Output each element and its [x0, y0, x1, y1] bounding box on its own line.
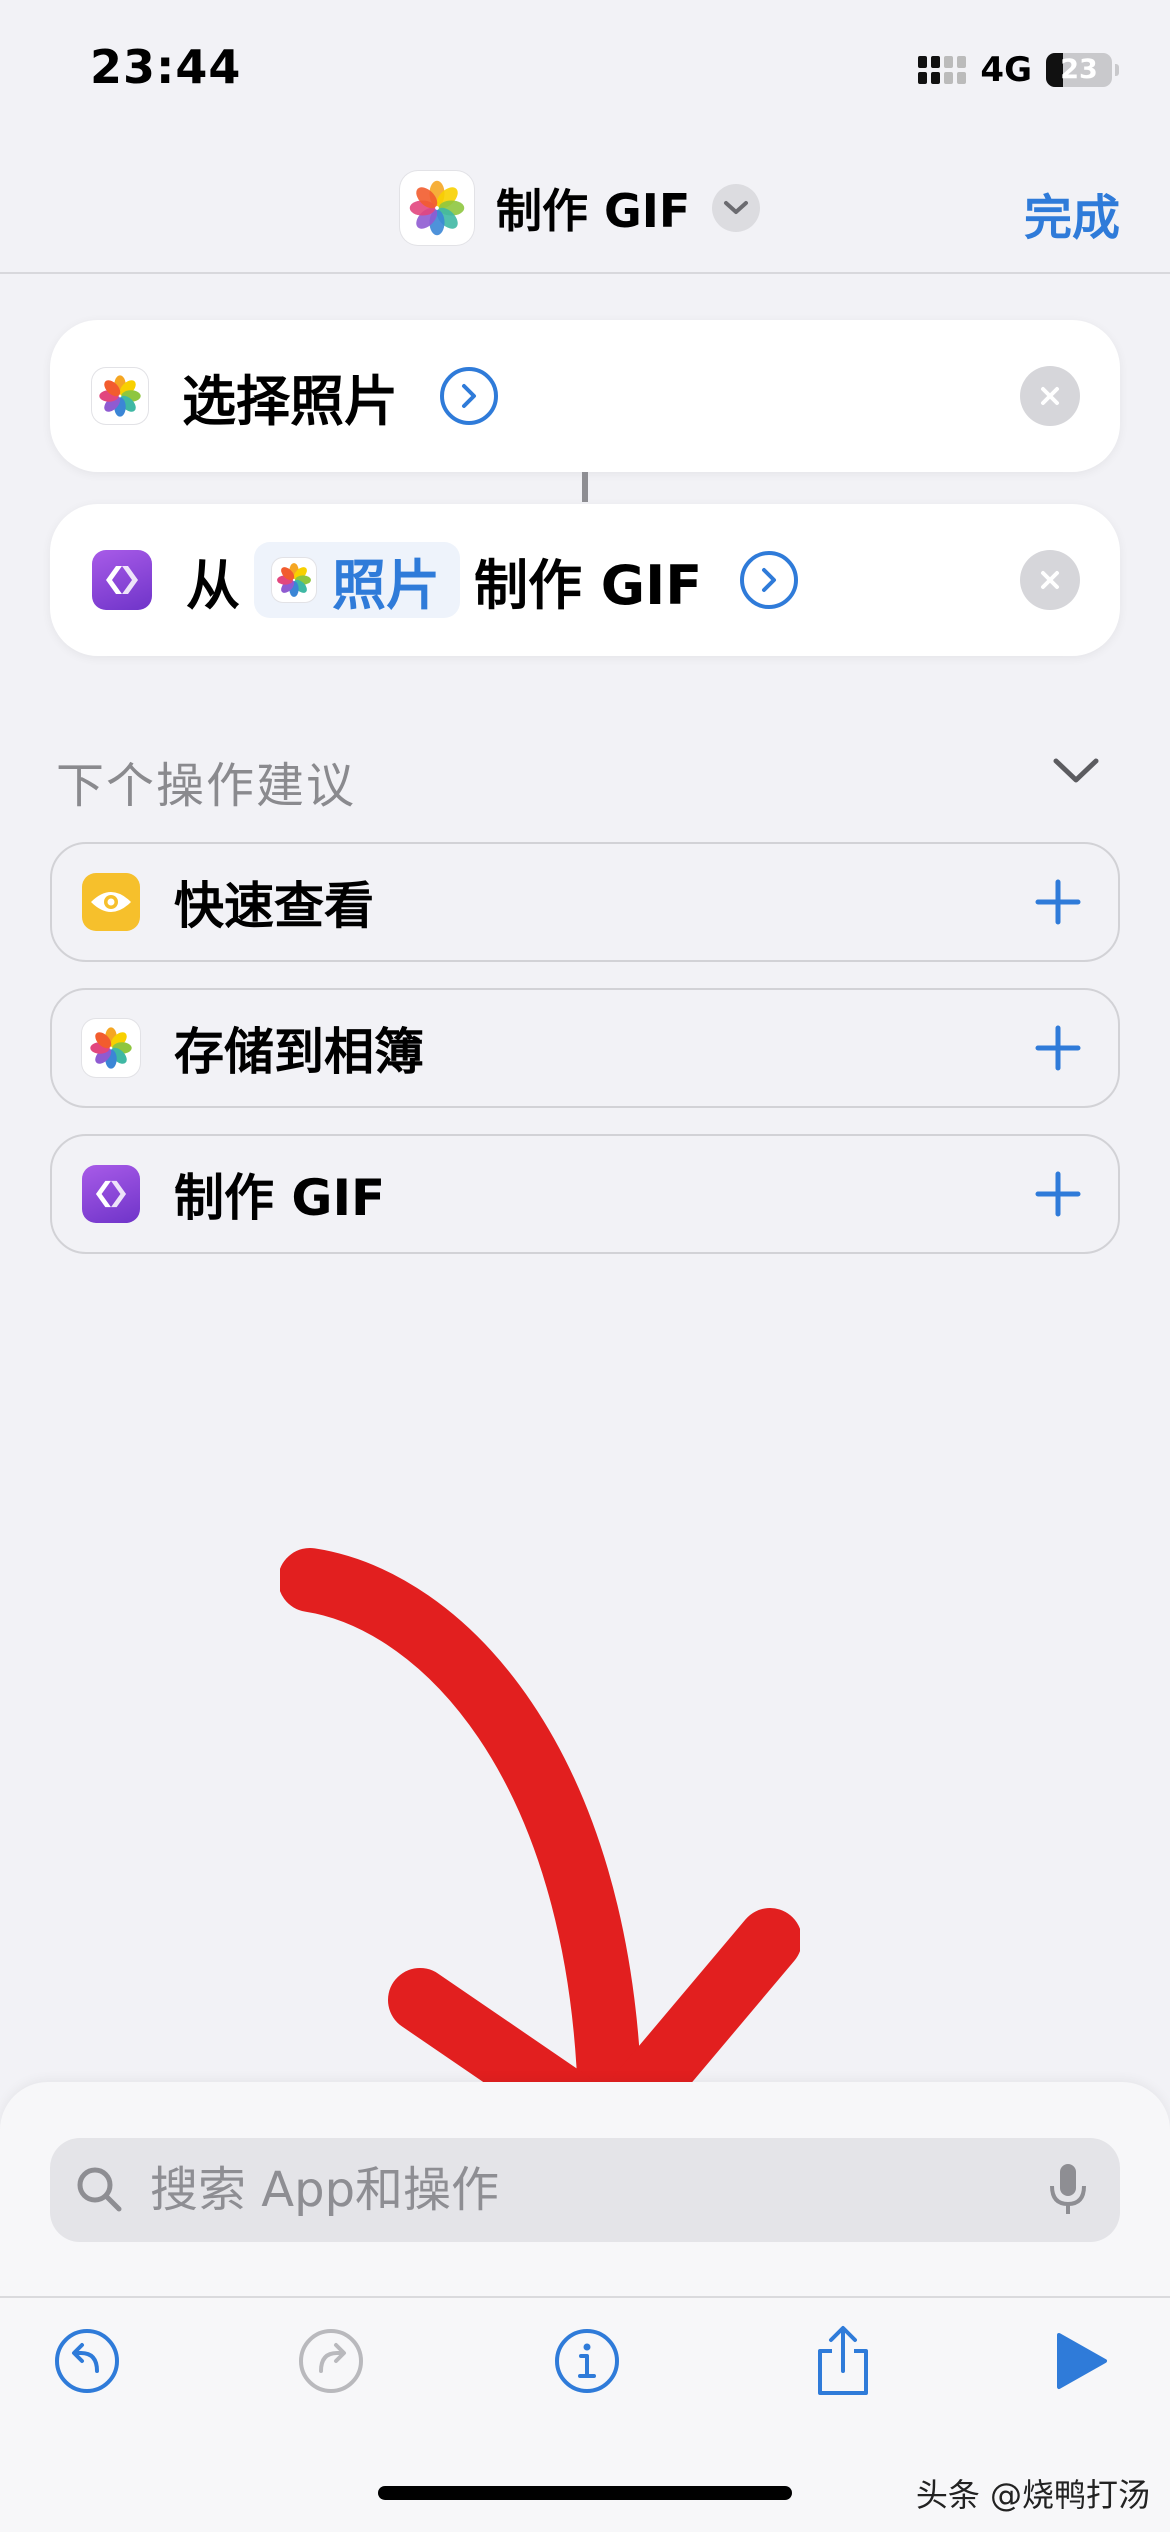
plus-icon[interactable]	[1028, 872, 1088, 932]
plus-icon[interactable]	[1028, 1018, 1088, 1078]
make-gif-icon	[82, 1165, 140, 1223]
battery-icon: 23	[1046, 53, 1119, 87]
status-indicators: 4G 23	[918, 50, 1119, 90]
action-select-photos[interactable]: 选择照片	[50, 320, 1120, 472]
remove-action-button[interactable]	[1020, 366, 1080, 426]
info-icon	[555, 2329, 619, 2393]
toolbar-divider	[0, 2296, 1170, 2298]
suggestions-title: 下个操作建议	[56, 758, 357, 814]
close-icon	[1041, 571, 1059, 589]
suggestion-label: 存储到相簿	[174, 1023, 424, 1081]
undo-icon	[55, 2329, 119, 2393]
close-icon	[1041, 387, 1059, 405]
suggestion-label: 快速查看	[174, 877, 374, 935]
photos-app-icon	[400, 171, 474, 245]
home-indicator	[378, 2486, 792, 2500]
suggestion-label: 制作 GIF	[174, 1169, 386, 1227]
done-button[interactable]: 完成	[1024, 178, 1120, 248]
battery-level: 23	[1060, 54, 1098, 85]
run-button[interactable]	[1046, 2326, 1116, 2396]
info-button[interactable]	[552, 2326, 622, 2396]
token-label: 照片	[332, 553, 440, 617]
chevron-right-circle-icon[interactable]	[740, 551, 799, 609]
page-title: 制作 GIF	[496, 184, 691, 238]
signal-icon	[918, 56, 967, 84]
photos-icon	[272, 558, 316, 602]
suggestion-make-gif[interactable]: 制作 GIF	[50, 1134, 1120, 1254]
eye-icon	[82, 873, 140, 931]
photos-icon	[92, 368, 148, 424]
photos-variable-token[interactable]: 照片	[254, 542, 460, 618]
suggestion-quick-look[interactable]: 快速查看	[50, 842, 1120, 962]
action-connector	[582, 472, 588, 502]
action-prefix: 从	[186, 553, 240, 617]
search-input[interactable]	[148, 2161, 1012, 2219]
photos-icon	[82, 1019, 140, 1077]
watermark: 头条 @烧鸭打汤	[915, 2476, 1150, 2514]
shortcut-title-button[interactable]: 制作 GIF	[400, 168, 761, 248]
suggestion-save-to-album[interactable]: 存储到相簿	[50, 988, 1120, 1108]
make-gif-icon	[92, 550, 152, 610]
chevron-down-icon[interactable]	[1052, 756, 1100, 790]
play-icon	[1057, 2333, 1107, 2389]
chevron-right-circle-icon[interactable]	[440, 367, 498, 425]
action-make-gif[interactable]: 从 照片 制作 GIF	[50, 504, 1120, 656]
network-type: 4G	[980, 50, 1032, 90]
microphone-icon[interactable]	[1046, 2160, 1090, 2220]
action-label: 选择照片	[182, 369, 398, 433]
undo-button[interactable]	[52, 2326, 122, 2396]
chevron-down-icon[interactable]	[712, 184, 761, 232]
remove-action-button[interactable]	[1020, 550, 1080, 610]
plus-icon[interactable]	[1028, 1164, 1088, 1224]
redo-icon	[299, 2329, 363, 2393]
search-bar[interactable]	[50, 2138, 1120, 2242]
share-icon	[818, 2326, 868, 2395]
share-button[interactable]	[808, 2326, 878, 2396]
redo-button[interactable]	[296, 2326, 366, 2396]
action-suffix: 制作 GIF	[474, 553, 703, 617]
header-divider	[0, 272, 1170, 274]
status-time: 23:44	[90, 40, 242, 94]
search-icon	[77, 2167, 122, 2212]
